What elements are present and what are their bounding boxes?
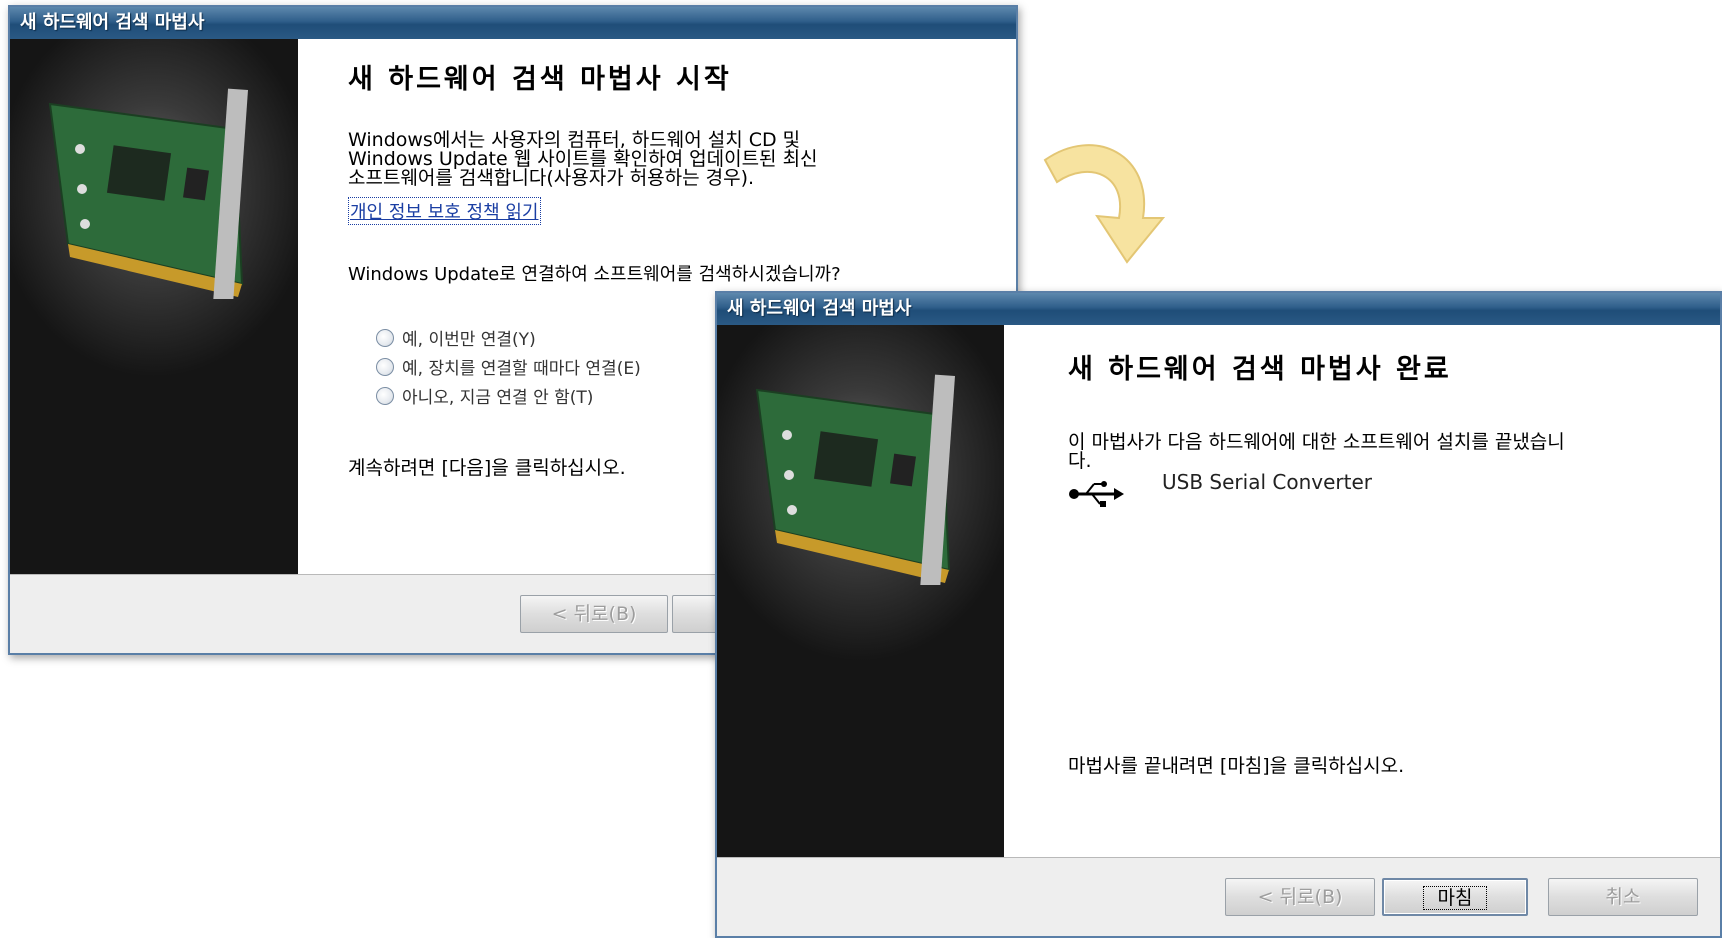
wizard-window-complete: 새 하드웨어 검색 마법사 새 하드웨어 검색 마법사 완료 이 마법사가 다음… bbox=[715, 291, 1722, 938]
wizard-footer: < 뒤로(B) 마침 취소 bbox=[717, 857, 1720, 936]
radio-no-connect[interactable]: 아니오, 지금 연결 안 함(T) bbox=[376, 383, 593, 408]
description-line: 소프트웨어를 검색합니다(사용자가 허용하는 경우). bbox=[348, 167, 755, 189]
radio-button[interactable] bbox=[376, 357, 394, 376]
radio-connect-once[interactable]: 예, 이번만 연결(Y) bbox=[376, 325, 536, 350]
device-name: USB Serial Converter bbox=[1162, 470, 1372, 494]
wizard-content: 새 하드웨어 검색 마법사 완료 이 마법사가 다음 하드웨어에 대한 소프트웨… bbox=[1004, 325, 1720, 858]
curved-arrow-icon bbox=[1043, 144, 1166, 264]
window-titlebar[interactable]: 새 하드웨어 검색 마법사 bbox=[717, 293, 1720, 325]
back-button[interactable]: < 뒤로(B) bbox=[1225, 878, 1375, 916]
finish-button-label: 마침 bbox=[1422, 886, 1488, 910]
completed-line: 다. bbox=[1068, 450, 1092, 472]
cancel-button[interactable]: 취소 bbox=[1548, 878, 1698, 916]
wizard-side-panel bbox=[10, 39, 298, 575]
radio-label: 예, 장치를 연결할 때마다 연결(E) bbox=[402, 359, 641, 379]
radio-connect-always[interactable]: 예, 장치를 연결할 때마다 연결(E) bbox=[376, 354, 641, 379]
usb-icon bbox=[1068, 480, 1126, 512]
radio-label: 아니오, 지금 연결 안 함(T) bbox=[402, 388, 594, 408]
continue-instruction: 계속하려면 [다음]을 클릭하십시오. bbox=[348, 457, 626, 479]
radio-label: 예, 이번만 연결(Y) bbox=[402, 330, 536, 350]
wizard-side-panel bbox=[717, 325, 1004, 858]
finish-button[interactable]: 마침 bbox=[1382, 878, 1528, 916]
network-card-image bbox=[755, 374, 955, 585]
network-card-image bbox=[48, 88, 248, 299]
privacy-policy-link[interactable]: 개인 정보 보호 정책 읽기 bbox=[348, 197, 541, 225]
radio-button[interactable] bbox=[376, 386, 394, 405]
completed-message: 이 마법사가 다음 하드웨어에 대한 소프트웨어 설치를 끝냈습니 다. bbox=[1068, 433, 1708, 471]
window-titlebar[interactable]: 새 하드웨어 검색 마법사 bbox=[10, 7, 1016, 39]
finish-instruction: 마법사를 끝내려면 [마침]을 클릭하십시오. bbox=[1068, 755, 1405, 777]
description: Windows에서는 사용자의 컴퓨터, 하드웨어 설치 CD 및 Window… bbox=[348, 131, 948, 188]
completed-line: 이 마법사가 다음 하드웨어에 대한 소프트웨어 설치를 끝냈습니 bbox=[1068, 431, 1565, 453]
back-button[interactable]: < 뒤로(B) bbox=[520, 595, 668, 633]
connect-question: Windows Update로 연결하여 소프트웨어를 검색하시겠습니까? bbox=[348, 264, 841, 285]
page-title: 새 하드웨어 검색 마법사 시작 bbox=[348, 64, 732, 95]
radio-button[interactable] bbox=[376, 328, 394, 347]
page-title: 새 하드웨어 검색 마법사 완료 bbox=[1068, 354, 1452, 385]
